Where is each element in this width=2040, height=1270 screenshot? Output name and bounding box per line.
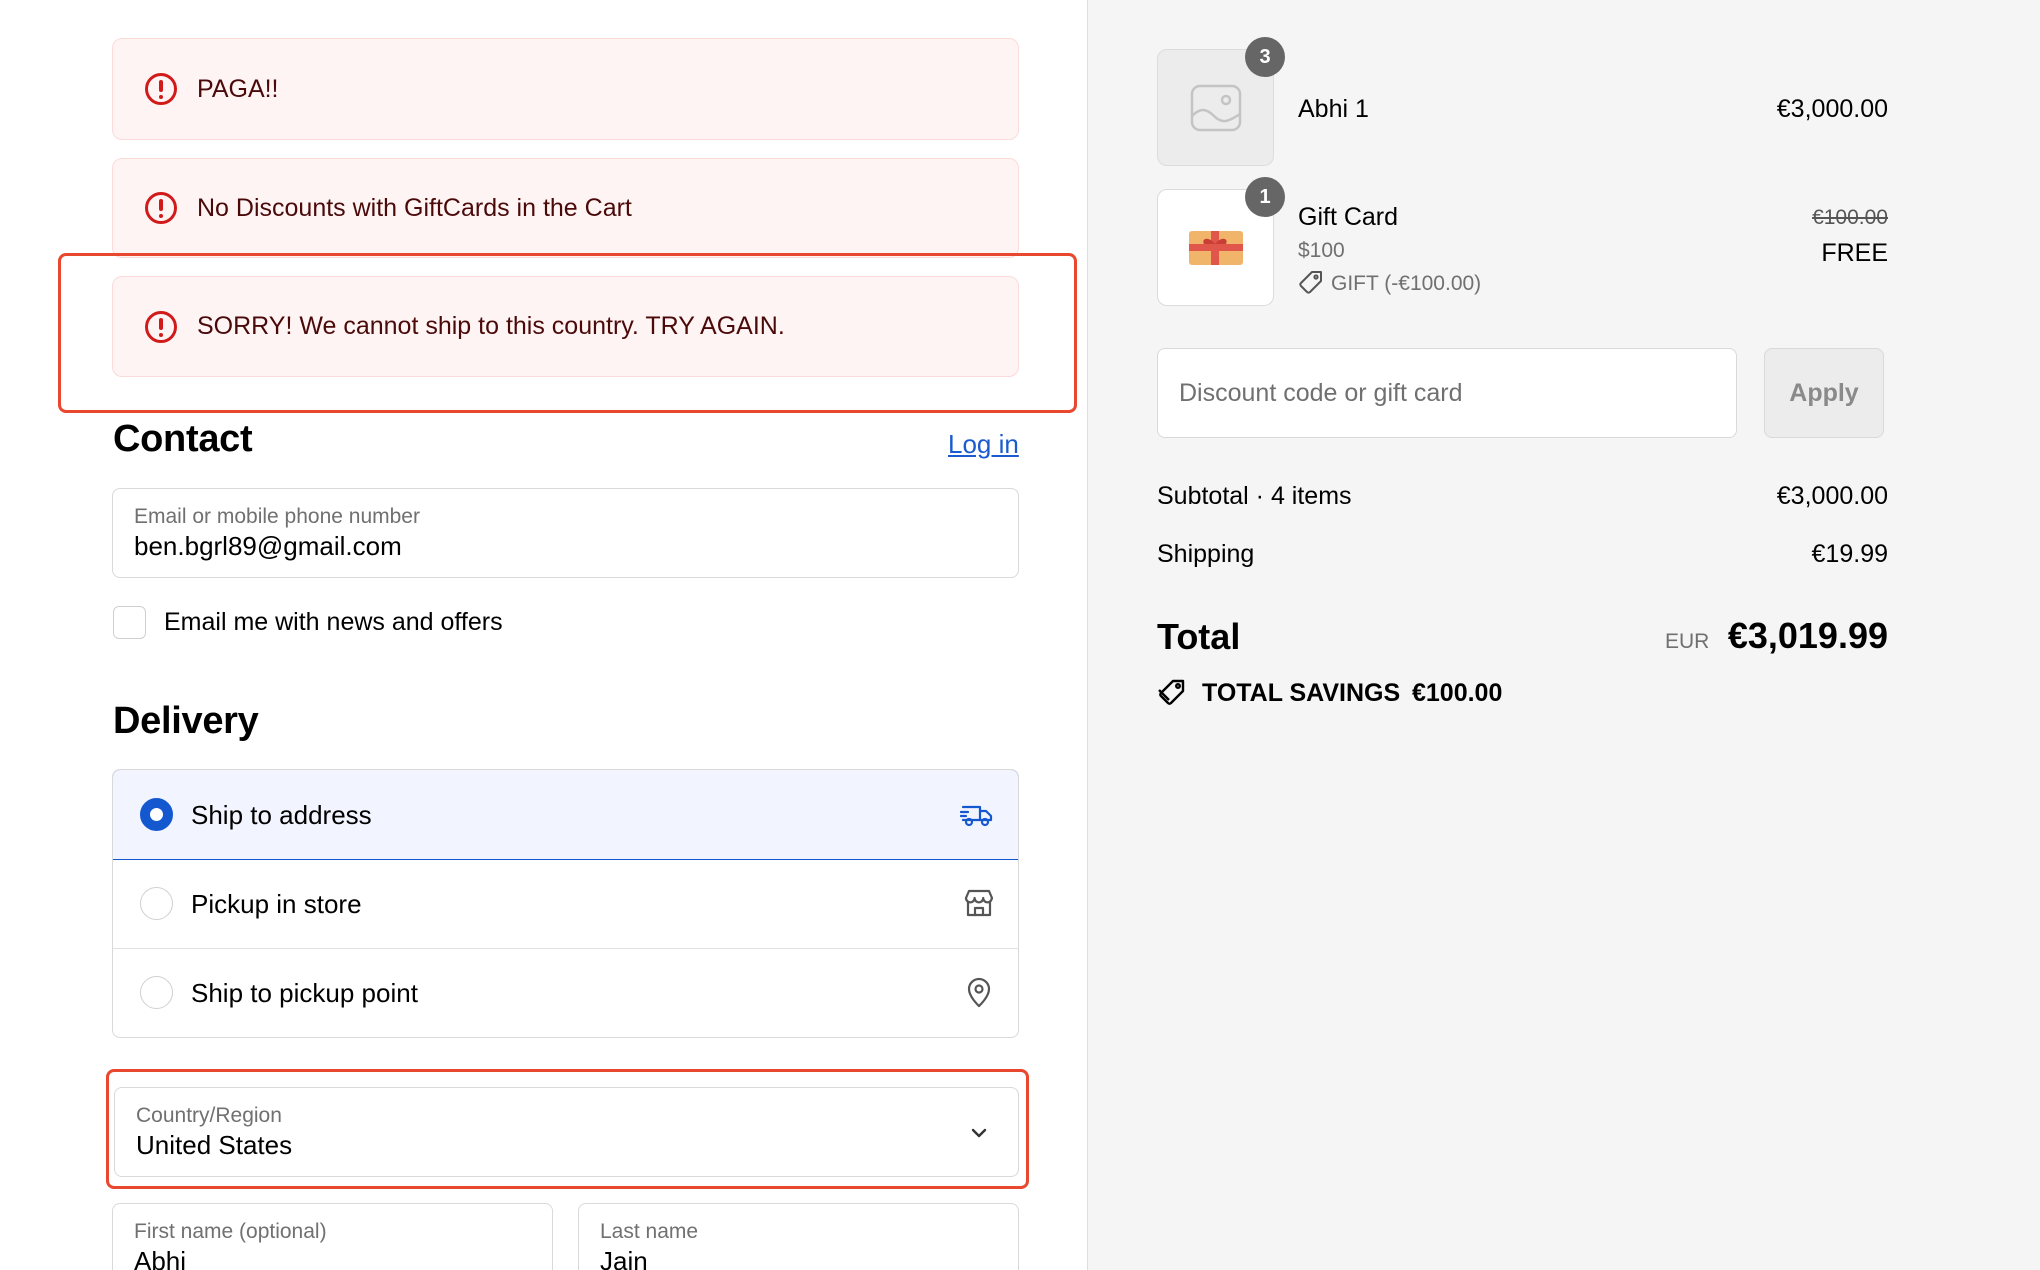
currency-code: EUR [1665, 630, 1710, 653]
highlight-box [58, 253, 1077, 413]
gift-card-image-icon [1189, 231, 1243, 265]
last-name-value: Jain [600, 1246, 648, 1270]
email-field-label: Email or mobile phone number [134, 505, 420, 528]
error-message: PAGA!! [197, 74, 279, 103]
delivery-option-ship-to-pickup-point[interactable]: Ship to pickup point [113, 950, 1018, 1037]
delivery-option-ship-to-address[interactable]: Ship to address [113, 770, 1018, 860]
delivery-method-group: Ship to address Pickup in store Ship to … [112, 769, 1019, 1038]
item-price: €3,000.00 [1776, 95, 1888, 123]
radio-unselected[interactable] [140, 976, 173, 1009]
last-name-label: Last name [600, 1220, 699, 1243]
first-name-field[interactable]: First name (optional) Abhi [112, 1203, 553, 1270]
discount-code-input[interactable]: Discount code or gift card [1157, 348, 1737, 438]
news-checkbox-label: Email me with news and offers [164, 608, 503, 636]
total-savings-label: TOTAL SAVINGS [1202, 679, 1401, 707]
delivery-option-pickup-in-store[interactable]: Pickup in store [113, 860, 1018, 949]
alert-icon [145, 73, 177, 105]
error-banner: No Discounts with GiftCards in the Cart [112, 158, 1019, 258]
image-placeholder-icon [1190, 84, 1242, 132]
login-link[interactable]: Log in [948, 429, 1019, 460]
savings-tag-icon [1158, 679, 1185, 705]
item-price: FREE [1821, 239, 1888, 267]
location-pin-icon [967, 977, 991, 1008]
discount-tag-label: GIFT (-€100.00) [1331, 272, 1482, 295]
first-name-label: First name (optional) [134, 1220, 327, 1243]
order-summary-panel: 3 Abhi 1 €3,000.00 1 Gift Card $100 GIFT… [1087, 0, 2040, 1270]
country-select-value: United States [136, 1130, 293, 1160]
news-checkbox[interactable] [113, 606, 146, 639]
shipping-value: €19.99 [1811, 540, 1888, 568]
item-original-price: €100.00 [1812, 206, 1888, 229]
delivery-option-label: Ship to address [191, 800, 372, 830]
subtotal-value: €3,000.00 [1776, 482, 1888, 510]
tag-icon [1299, 271, 1322, 294]
item-variant: $100 [1298, 239, 1345, 262]
delivery-option-label: Ship to pickup point [191, 978, 418, 1008]
store-icon [964, 889, 994, 917]
delivery-option-label: Pickup in store [191, 889, 362, 919]
error-banner: PAGA!! [112, 38, 1019, 140]
checkout-form-panel: PAGA!! No Discounts with GiftCards in th… [0, 0, 1087, 1270]
radio-unselected[interactable] [140, 887, 173, 920]
country-select[interactable]: Country/Region United States [114, 1087, 1019, 1177]
quantity-badge: 3 [1245, 37, 1285, 77]
contact-heading: Contact [113, 418, 253, 460]
radio-selected[interactable] [140, 798, 173, 831]
discount-code-placeholder: Discount code or gift card [1179, 379, 1463, 407]
total-label: Total [1157, 616, 1241, 657]
country-select-label: Country/Region [136, 1104, 282, 1127]
delivery-heading: Delivery [113, 700, 259, 742]
item-name: Gift Card [1298, 203, 1399, 231]
apply-discount-button[interactable]: Apply [1764, 348, 1884, 438]
total-value: €3,019.99 [1727, 615, 1888, 656]
email-field[interactable]: Email or mobile phone number ben.bgrl89@… [112, 488, 1019, 578]
total-savings-value: €100.00 [1412, 679, 1503, 707]
first-name-value: Abhi [134, 1246, 187, 1270]
truck-icon [960, 805, 993, 827]
subtotal-label: Subtotal · 4 items [1157, 482, 1352, 510]
chevron-down-icon [971, 1128, 987, 1138]
quantity-badge: 1 [1245, 177, 1285, 217]
last-name-field[interactable]: Last name Jain [578, 1203, 1019, 1270]
shipping-label: Shipping [1157, 540, 1255, 568]
alert-icon [145, 192, 177, 224]
error-message: No Discounts with GiftCards in the Cart [197, 193, 632, 222]
item-name: Abhi 1 [1298, 95, 1369, 123]
email-field-value: ben.bgrl89@gmail.com [134, 531, 402, 561]
